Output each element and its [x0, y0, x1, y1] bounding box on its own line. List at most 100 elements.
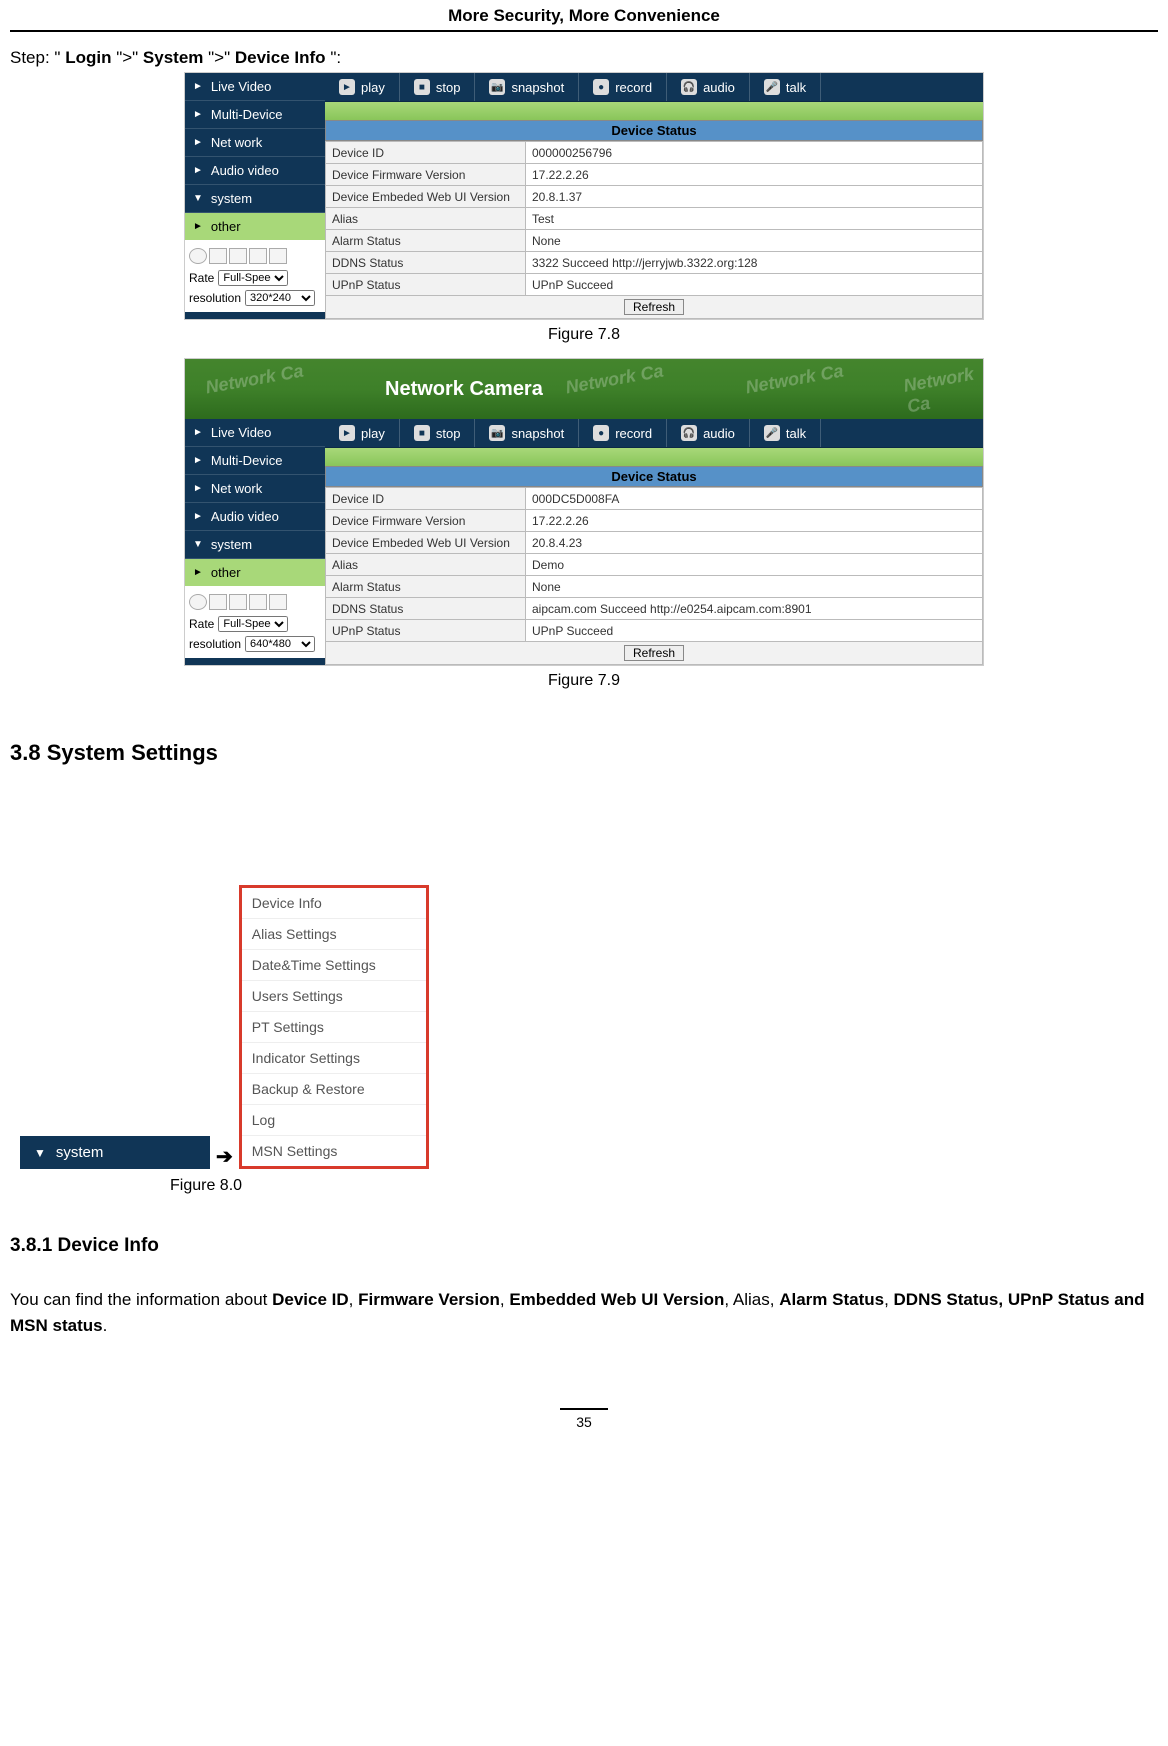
snapshot-button[interactable]: 📷snapshot	[475, 73, 579, 101]
sidebar-item-other[interactable]: ►other	[185, 213, 325, 240]
record-button[interactable]: ●record	[579, 73, 667, 101]
section-3-8-1-title: 3.8.1 Device Info	[10, 1235, 1158, 1257]
audio-button[interactable]: 🎧audio	[667, 419, 750, 447]
layout-option-4[interactable]	[269, 594, 287, 610]
view-layout-bar[interactable]	[189, 590, 321, 614]
chevron-down-icon: ▼	[34, 1146, 46, 1160]
refresh-button[interactable]: Refresh	[624, 645, 684, 661]
status-key: Alias	[326, 554, 526, 576]
para-alarm: Alarm Status	[779, 1290, 884, 1309]
menu-item-indicator-settings[interactable]: Indicator Settings	[242, 1043, 426, 1074]
layout-option-2[interactable]	[229, 248, 247, 264]
figure-7-9-caption: Figure 7.9	[10, 672, 1158, 690]
toolbar-label: stop	[436, 80, 461, 95]
refresh-button[interactable]: Refresh	[624, 299, 684, 315]
menu-item-msn-settings[interactable]: MSN Settings	[242, 1136, 426, 1166]
sidebar-item-label: other	[211, 219, 241, 234]
layout-radio-icon[interactable]	[189, 248, 207, 264]
status-key: DDNS Status	[326, 598, 526, 620]
layout-option-3[interactable]	[249, 248, 267, 264]
layout-radio-icon[interactable]	[189, 594, 207, 610]
system-expand-button[interactable]: ▼ system	[20, 1136, 210, 1169]
resolution-select[interactable]: 320*240	[245, 290, 315, 306]
sidebar-list: ►Live Video►Multi-Device►Net work►Audio …	[185, 419, 325, 586]
sidebar-item-live-video[interactable]: ►Live Video	[185, 419, 325, 447]
figure-8-0-caption: Figure 8.0	[170, 1177, 1158, 1195]
table-row: AliasTest	[326, 208, 983, 230]
sidebar-item-system[interactable]: ▼system	[185, 185, 325, 213]
menu-item-backup-restore[interactable]: Backup & Restore	[242, 1074, 426, 1105]
rate-label: Rate	[189, 271, 214, 285]
menu-item-pt-settings[interactable]: PT Settings	[242, 1012, 426, 1043]
table-row: Device ID000DC5D008FA	[326, 488, 983, 510]
sidebar-item-label: system	[211, 537, 252, 552]
device-status-header: Device Status	[325, 120, 983, 141]
status-value: 20.8.1.37	[526, 186, 983, 208]
play-button[interactable]: ►play	[325, 419, 400, 447]
sidebar-item-net-work[interactable]: ►Net work	[185, 129, 325, 157]
sidebar-item-multi-device[interactable]: ►Multi-Device	[185, 447, 325, 475]
record-button[interactable]: ●record	[579, 419, 667, 447]
layout-option-4[interactable]	[269, 248, 287, 264]
menu-item-users-settings[interactable]: Users Settings	[242, 981, 426, 1012]
sidebar-item-net-work[interactable]: ►Net work	[185, 475, 325, 503]
snapshot-button-icon: 📷	[489, 79, 505, 95]
para-end: .	[103, 1316, 108, 1335]
rate-select[interactable]: Full-Speed	[218, 616, 288, 632]
audio-button[interactable]: 🎧 audio	[667, 73, 750, 101]
sidebar-item-other[interactable]: ►other	[185, 559, 325, 586]
talk-button[interactable]: 🎤talk	[750, 73, 821, 101]
layout-option-1[interactable]	[209, 594, 227, 610]
chevron-icon: ▼	[193, 193, 203, 204]
page-number: 35	[10, 1408, 1158, 1430]
stop-button[interactable]: ■stop	[400, 419, 476, 447]
refresh-row: Refresh	[326, 642, 983, 665]
status-key: UPnP Status	[326, 620, 526, 642]
audio-button-icon: 🎧	[681, 79, 697, 95]
sidebar-item-system[interactable]: ▼ system	[185, 531, 325, 559]
status-value: UPnP Succeed	[526, 620, 983, 642]
rate-label: Rate	[189, 617, 214, 631]
view-layout-bar[interactable]	[189, 244, 321, 268]
status-value: 3322 Succeed http://jerryjwb.3322.org:12…	[526, 252, 983, 274]
status-key: Alarm Status	[326, 576, 526, 598]
layout-option-3[interactable]	[249, 594, 267, 610]
sidebar-item-audio-video[interactable]: ►Audio video	[185, 503, 325, 531]
stop-button-icon: ■	[414, 425, 430, 441]
table-row: Alarm StatusNone	[326, 230, 983, 252]
stop-button[interactable]: ■stop	[400, 73, 476, 101]
table-row: Device Embeded Web UI Version20.8.1.37	[326, 186, 983, 208]
sidebar-controls: Rate Full-Speed resolution 320*240	[185, 240, 325, 312]
menu-item-alias-settings[interactable]: Alias Settings	[242, 919, 426, 950]
watermark-3: Network Ca	[744, 361, 845, 399]
system-button-label: system	[56, 1144, 104, 1161]
menu-item-log[interactable]: Log	[242, 1105, 426, 1136]
talk-button[interactable]: 🎤talk	[750, 419, 821, 447]
menu-item-date-time-settings[interactable]: Date&Time Settings	[242, 950, 426, 981]
toolbar: ►play■stop📷snapshot●record🎧audio🎤talk	[325, 419, 983, 448]
toolbar-label: snapshot	[511, 426, 564, 441]
status-key: Device Embeded Web UI Version	[326, 186, 526, 208]
figure-7-9: Network Ca Network Ca Network Ca Network…	[184, 358, 984, 666]
sidebar-item-live-video[interactable]: ►Live Video	[185, 73, 325, 101]
sidebar-list: ►Live Video►Multi-Device►Net work►Audio …	[185, 73, 325, 240]
status-value: 17.22.2.26	[526, 164, 983, 186]
rate-select[interactable]: Full-Speed	[218, 270, 288, 286]
play-button[interactable]: ►play	[325, 73, 400, 101]
resolution-select[interactable]: 640*480	[245, 636, 315, 652]
snapshot-button[interactable]: 📷snapshot	[475, 419, 579, 447]
audio-button-icon: 🎧	[681, 425, 697, 441]
menu-item-device-info[interactable]: Device Info	[242, 888, 426, 919]
breadcrumb-login: Login	[65, 48, 111, 67]
toolbar-label: audio	[703, 80, 735, 95]
layout-option-1[interactable]	[209, 248, 227, 264]
para-c2: ,	[500, 1290, 509, 1309]
sidebar-item-multi-device[interactable]: ►Multi-Device	[185, 101, 325, 129]
breadcrumb-sep1: ">"	[116, 48, 138, 67]
device-status-table: Device ID000DC5D008FADevice Firmware Ver…	[325, 487, 983, 665]
toolbar-label: talk	[786, 426, 806, 441]
chevron-icon: ▼	[193, 539, 203, 550]
sidebar-item-audio-video[interactable]: ►Audio video	[185, 157, 325, 185]
layout-option-2[interactable]	[229, 594, 247, 610]
status-value: 17.22.2.26	[526, 510, 983, 532]
